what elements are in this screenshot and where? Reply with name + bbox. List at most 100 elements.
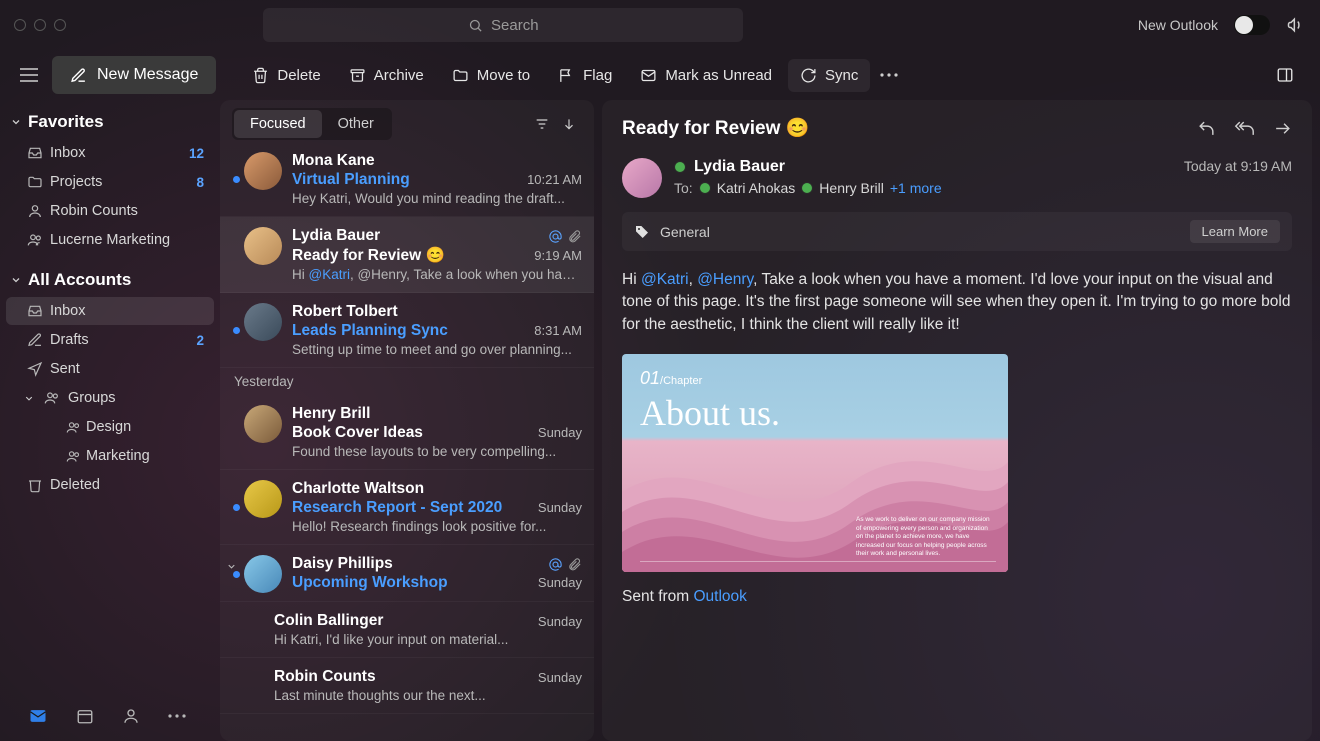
attachment-icon	[567, 557, 582, 572]
unread-dot-icon	[233, 176, 240, 183]
more-nav-icon[interactable]	[168, 714, 186, 718]
move-to-button[interactable]: Move to	[440, 59, 542, 92]
drafts-icon	[26, 331, 44, 349]
hamburger-button[interactable]	[14, 60, 44, 90]
reply-all-icon[interactable]	[1234, 119, 1255, 138]
image-paragraph: As we work to deliver on our company mis…	[856, 516, 996, 558]
people-nav-icon[interactable]	[122, 707, 140, 725]
delete-button[interactable]: Delete	[240, 59, 332, 92]
avatar	[244, 405, 282, 443]
folder-icon	[26, 173, 44, 191]
attachment-icon	[567, 229, 582, 244]
megaphone-icon[interactable]	[1286, 15, 1306, 35]
close-window[interactable]	[14, 19, 26, 31]
badge: 2	[196, 333, 204, 348]
sidebar-groups-header[interactable]: Groups	[0, 384, 220, 412]
mention-icon	[548, 229, 563, 244]
chevron-down-icon	[22, 393, 36, 404]
presence-icon	[674, 161, 686, 173]
sidebar-favorite-projects[interactable]: Projects 8	[6, 168, 214, 196]
forward-icon[interactable]	[1273, 119, 1292, 138]
reading-pane-button[interactable]	[1264, 58, 1306, 92]
sidebar-group-marketing[interactable]: Marketing	[6, 442, 214, 470]
tab-other[interactable]: Other	[322, 110, 390, 138]
timestamp: Today at 9:19 AM	[1184, 158, 1292, 174]
search-input[interactable]: Search	[263, 8, 743, 42]
recipient[interactable]: Katri Ahokas	[717, 180, 796, 196]
sidebar-group-design[interactable]: Design	[6, 413, 214, 441]
search-placeholder: Search	[491, 17, 539, 34]
layout-icon	[1276, 66, 1294, 84]
chevron-down-icon[interactable]	[226, 561, 237, 572]
message-item[interactable]: Henry Brill Book Cover IdeasSunday Found…	[220, 395, 594, 470]
reading-pane: Ready for Review 😊 Lydia Bauer To: Katri…	[602, 100, 1312, 741]
message-item[interactable]: Charlotte Waltson Research Report - Sept…	[220, 470, 594, 545]
mark-unread-button[interactable]: Mark as Unread	[628, 59, 784, 92]
presence-icon	[699, 182, 711, 194]
mention[interactable]: @Katri	[641, 271, 689, 288]
recipient[interactable]: Henry Brill	[819, 180, 884, 196]
mail-icon	[640, 67, 657, 84]
calendar-nav-icon[interactable]	[76, 707, 94, 725]
more-button[interactable]	[874, 65, 904, 85]
avatar	[244, 555, 282, 593]
sync-button[interactable]: Sync	[788, 59, 870, 92]
message-item[interactable]: Robert Tolbert Leads Planning Sync8:31 A…	[220, 293, 594, 368]
sync-icon	[800, 67, 817, 84]
outlook-link[interactable]: Outlook	[694, 588, 747, 605]
image-title: About us.	[640, 392, 780, 434]
new-outlook-toggle[interactable]	[1234, 15, 1270, 35]
new-message-label: New Message	[97, 66, 198, 84]
message-subject: Ready for Review 😊	[622, 116, 809, 140]
signature: Sent from Outlook	[622, 588, 1292, 606]
sidebar-inbox[interactable]: Inbox	[6, 297, 214, 325]
reply-icon[interactable]	[1197, 119, 1216, 138]
sidebar-favorite-group[interactable]: Lucerne Marketing	[6, 226, 214, 254]
archive-button[interactable]: Archive	[337, 59, 436, 92]
message-item-thread[interactable]: Robin CountsSunday Last minute thoughts …	[220, 658, 594, 714]
sidebar-favorite-inbox[interactable]: Inbox 12	[6, 139, 214, 167]
avatar	[244, 480, 282, 518]
message-item[interactable]: Daisy Phillips Upcoming WorkshopSunday	[220, 545, 594, 602]
sidebar-drafts[interactable]: Drafts 2	[6, 326, 214, 354]
toolbar: New Message Delete Archive Move to Flag …	[0, 50, 1320, 100]
inbox-icon	[26, 302, 44, 320]
embedded-image: 01/Chapter About us. As we work to deliv…	[622, 354, 1008, 572]
unread-dot-icon	[233, 327, 240, 334]
message-item-thread[interactable]: Colin BallingerSunday Hi Katri, I'd like…	[220, 602, 594, 658]
new-message-button[interactable]: New Message	[52, 56, 216, 94]
compose-icon	[70, 67, 87, 84]
sidebar-deleted[interactable]: Deleted	[6, 471, 214, 499]
avatar	[244, 303, 282, 341]
focused-other-segment: Focused Other	[232, 108, 392, 140]
sort-button[interactable]	[556, 112, 582, 136]
flag-button[interactable]: Flag	[546, 59, 624, 92]
minimize-window[interactable]	[34, 19, 46, 31]
flag-icon	[558, 67, 575, 84]
mention-icon	[548, 557, 563, 572]
all-accounts-header[interactable]: All Accounts	[0, 264, 220, 296]
learn-more-button[interactable]: Learn More	[1190, 220, 1280, 243]
group-icon	[64, 418, 82, 436]
chevron-down-icon	[10, 116, 22, 128]
message-item[interactable]: Mona Kane Virtual Planning10:21 AM Hey K…	[220, 142, 594, 217]
category-bar: General Learn More	[622, 212, 1292, 251]
favorites-header[interactable]: Favorites	[0, 106, 220, 138]
sidebar-sent[interactable]: Sent	[6, 355, 214, 383]
tab-focused[interactable]: Focused	[234, 110, 322, 138]
mention[interactable]: @Henry	[697, 271, 753, 288]
message-list: Focused Other Mona Kane Virtual Planning…	[220, 100, 594, 741]
mail-nav-icon[interactable]	[28, 706, 48, 726]
window-controls	[14, 19, 66, 31]
unread-dot-icon	[233, 504, 240, 511]
person-icon	[26, 202, 44, 220]
more-recipients[interactable]: +1 more	[890, 180, 942, 196]
sidebar-favorite-person[interactable]: Robin Counts	[6, 197, 214, 225]
chevron-down-icon	[10, 274, 22, 286]
sent-icon	[26, 360, 44, 378]
sidebar: Favorites Inbox 12 Projects 8 Robin Coun…	[0, 100, 220, 741]
more-icon	[880, 73, 898, 77]
zoom-window[interactable]	[54, 19, 66, 31]
message-item[interactable]: Lydia Bauer Ready for Review 😊9:19 AM Hi…	[220, 217, 594, 293]
filter-button[interactable]	[528, 112, 556, 136]
